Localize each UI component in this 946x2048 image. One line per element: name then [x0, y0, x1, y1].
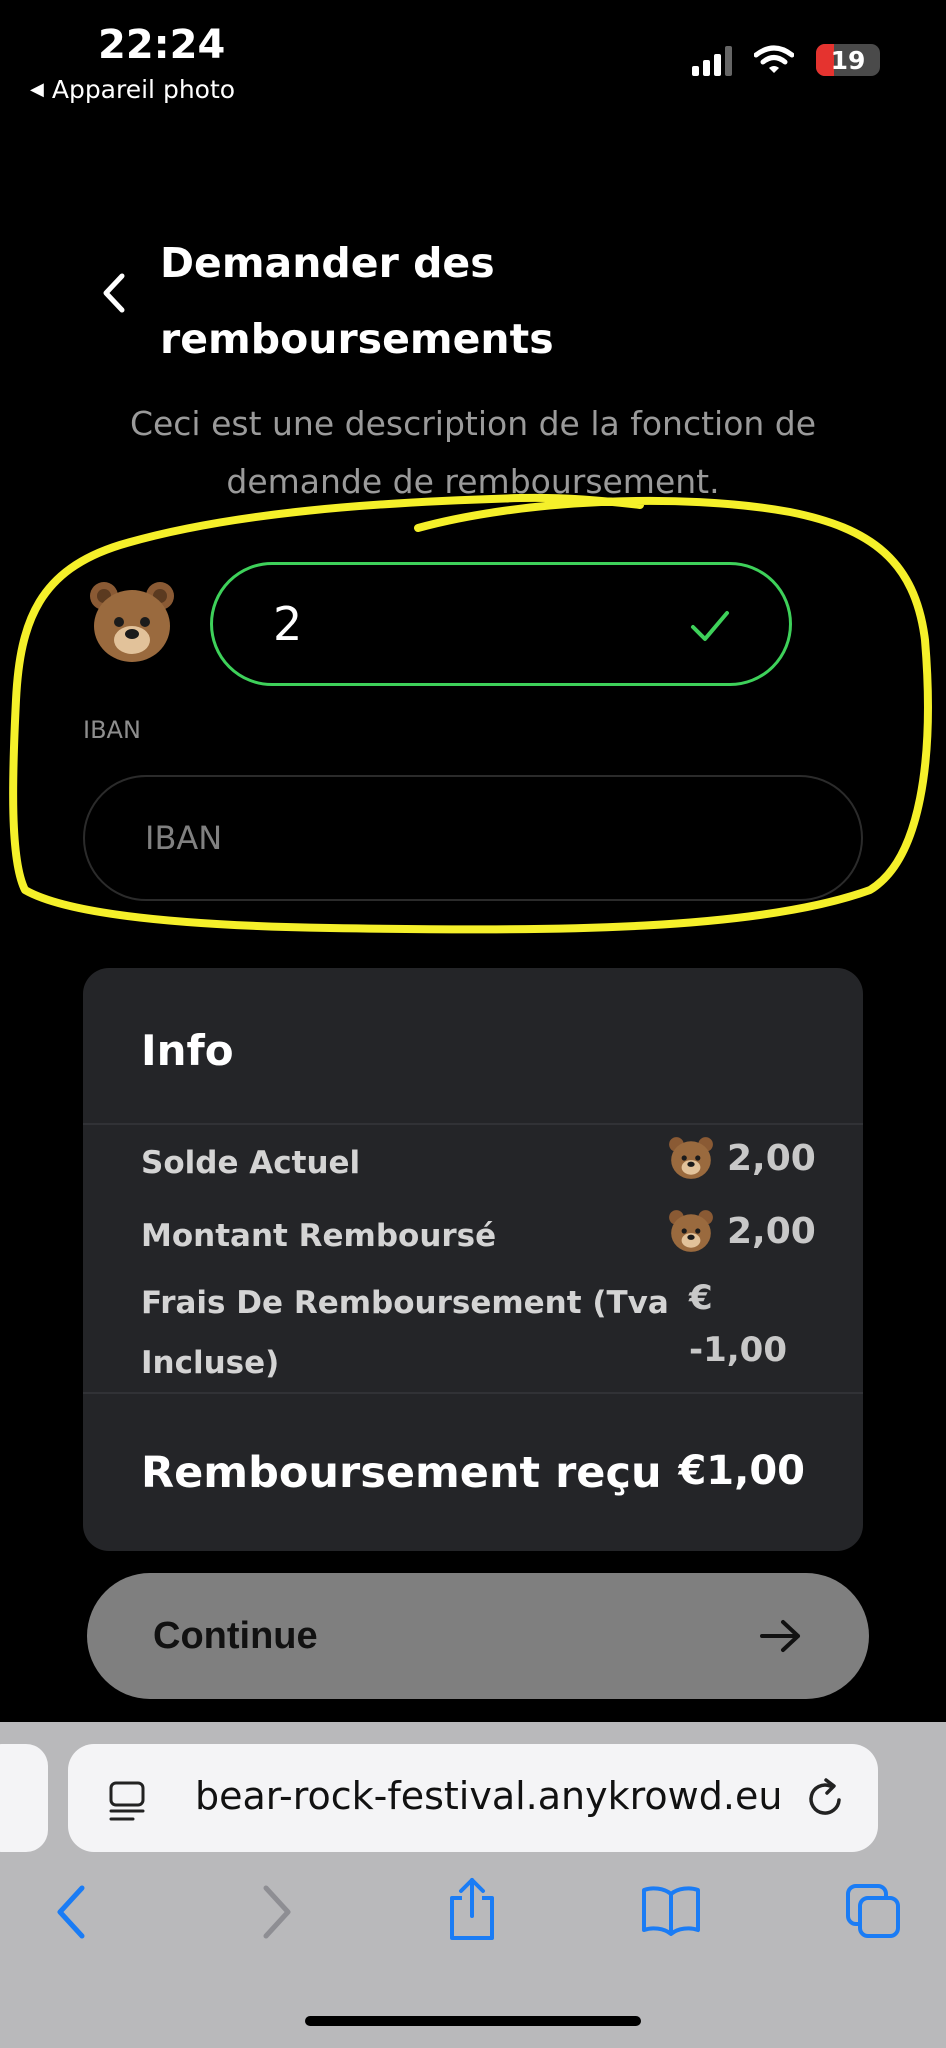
url-text: bear-rock-festival.anykrowd.eu — [195, 1774, 783, 1818]
wifi-icon — [754, 45, 794, 75]
address-bar[interactable]: bear-rock-festival.anykrowd.eu — [68, 1744, 878, 1852]
status-time: 22:24 — [98, 22, 226, 68]
bear-emoji-icon — [669, 1137, 713, 1179]
token-amount-input[interactable] — [273, 597, 653, 651]
back-button[interactable] — [94, 268, 134, 318]
total-refund-value: €1,00 — [678, 1448, 805, 1494]
page-title-line1: Demander des — [160, 239, 495, 287]
reload-icon[interactable] — [806, 1778, 846, 1820]
fee-value: € -1,00 — [689, 1272, 787, 1376]
balance-amount: 2,00 — [727, 1137, 816, 1179]
tabs-icon[interactable] — [844, 1882, 902, 1940]
browser-forward-icon[interactable] — [256, 1880, 296, 1944]
iban-label: IBAN — [83, 716, 141, 744]
bear-emoji-icon — [90, 582, 174, 662]
continue-button[interactable]: Continue — [87, 1573, 869, 1699]
refunded-amount: 2,00 — [727, 1210, 816, 1252]
previous-tab-peek[interactable] — [0, 1744, 48, 1852]
token-amount-field[interactable] — [210, 562, 792, 686]
browser-back-icon[interactable] — [52, 1880, 92, 1944]
page-title-line2: remboursements — [160, 315, 554, 363]
total-refund-label: Remboursement reçu — [141, 1448, 662, 1498]
info-title: Info — [141, 1026, 234, 1075]
info-divider-top — [83, 1123, 863, 1125]
back-app-label: Appareil photo — [51, 75, 236, 104]
balance-label: Solde Actuel — [141, 1145, 361, 1181]
fee-label: Frais De Remboursement (Tva Incluse) — [141, 1273, 669, 1393]
iban-input[interactable] — [145, 819, 785, 857]
battery-level: 19 — [830, 45, 866, 75]
balance-value: 2,00 — [667, 1134, 816, 1182]
fee-label-line2: Incluse) — [141, 1345, 280, 1381]
share-icon[interactable] — [444, 1876, 500, 1942]
fee-label-line1: Frais De Remboursement (Tva — [141, 1285, 669, 1321]
fee-amount: -1,00 — [689, 1330, 787, 1370]
info-divider-bottom — [83, 1392, 863, 1394]
fee-currency: € — [689, 1278, 713, 1318]
arrow-right-icon — [760, 1620, 800, 1652]
page-description: Ceci est une description de la fonction … — [129, 404, 817, 501]
refunded-amount-label: Montant Remboursé — [141, 1218, 497, 1254]
back-triangle-icon: ◀ — [30, 79, 44, 100]
cellular-signal-icon — [692, 44, 732, 76]
bear-emoji-icon — [669, 1210, 713, 1252]
page-title: Demander des remboursements — [160, 225, 720, 377]
home-indicator[interactable] — [305, 2016, 641, 2026]
battery-icon: 19 — [816, 44, 880, 76]
info-card: Info Solde Actuel 2,00 Montant Remboursé… — [83, 968, 863, 1551]
page-menu-icon[interactable] — [108, 1780, 146, 1822]
status-icons: 19 — [692, 44, 880, 76]
iban-field[interactable] — [83, 775, 863, 901]
back-to-app-link[interactable]: ◀ Appareil photo — [30, 75, 235, 104]
chevron-left-icon — [103, 273, 125, 313]
continue-label: Continue — [153, 1614, 318, 1657]
check-icon — [691, 611, 729, 641]
refunded-amount-value: 2,00 — [667, 1207, 816, 1255]
bookmarks-icon[interactable] — [640, 1884, 702, 1936]
